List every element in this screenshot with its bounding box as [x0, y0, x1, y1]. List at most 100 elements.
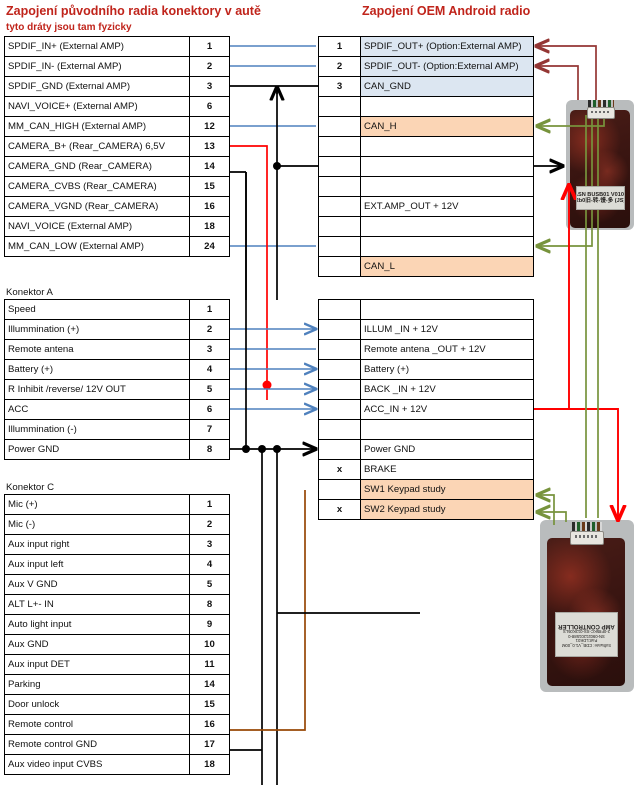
- pin-function-label: [360, 136, 534, 157]
- pin-number: 5: [189, 574, 230, 595]
- pin-number: [318, 96, 361, 117]
- oem-android-radio-table-bottom: ILLUM _IN + 12V Remote antena _OUT + 12V B…: [318, 299, 534, 520]
- pin-number: 2: [189, 514, 230, 535]
- pin-number: [318, 479, 361, 500]
- table-row: SW1 Keypad study: [318, 479, 534, 500]
- table-row: [318, 136, 534, 157]
- pin-number: x: [318, 499, 361, 520]
- pin-number: 1: [189, 299, 230, 320]
- pin-function-label: CAN_GND: [360, 76, 534, 97]
- table-row: Mic (+) 1: [4, 494, 230, 515]
- table-row: NAVI_VOICE+ (External AMP) 6: [4, 96, 230, 117]
- pin-function-label: MM_CAN_LOW (External AMP): [4, 236, 190, 257]
- table-row: MM_CAN_LOW (External AMP) 24: [4, 236, 230, 257]
- pin-number: 12: [189, 116, 230, 137]
- table-row: Illummination (-) 7: [4, 419, 230, 440]
- pin-function-label: CAMERA_CVBS (Rear_CAMERA): [4, 176, 190, 197]
- amp-controller-bottom-photo: Software: CDB_V1.0_00M Part:LDK01 SN-090…: [540, 520, 634, 692]
- device-label-line: 2-0F85KC-SS-012K05LS: [562, 629, 611, 635]
- table-row: CAMERA_CVBS (Rear_CAMERA) 15: [4, 176, 230, 197]
- pin-number: 13: [189, 136, 230, 157]
- konektor-c-group-label: Konektor C: [6, 482, 54, 493]
- pin-function-label: Power GND: [4, 439, 190, 460]
- pin-function-label: Aux GND: [4, 634, 190, 655]
- device-label-line: AMP CONTROLLER: [558, 622, 615, 629]
- pin-number: 6: [189, 399, 230, 420]
- pin-number: 15: [189, 176, 230, 197]
- pin-number: 11: [189, 654, 230, 675]
- pin-function-label: ALT L+- IN: [4, 594, 190, 615]
- table-row: [318, 419, 534, 440]
- pin-number: 3: [189, 534, 230, 555]
- pin-function-label: Power GND: [360, 439, 534, 460]
- pin-function-label: Aux input DET: [4, 654, 190, 675]
- right-diagram-title: Zapojení OEM Android radio: [362, 4, 531, 18]
- pin-number: 17: [189, 734, 230, 755]
- table-row: [318, 216, 534, 237]
- pin-function-label: Mic (+): [4, 494, 190, 515]
- pin-number: 8: [189, 439, 230, 460]
- pin-function-label: NAVI_VOICE (External AMP): [4, 216, 190, 237]
- table-row: Aux GND 10: [4, 634, 230, 655]
- table-row: 1 SPDIF_OUT+ (Option:External AMP): [318, 36, 534, 57]
- table-row: Battery (+): [318, 359, 534, 380]
- pin-number: 5: [189, 379, 230, 400]
- table-row: Door unlock 15: [4, 694, 230, 715]
- pin-number: [318, 116, 361, 137]
- table-row: [318, 299, 534, 320]
- pin-function-label: [360, 299, 534, 320]
- table-row: SPDIF_IN- (External AMP) 2: [4, 56, 230, 77]
- pin-number: [318, 136, 361, 157]
- table-row: x SW2 Keypad study: [318, 499, 534, 520]
- pin-function-label: SPDIF_IN+ (External AMP): [4, 36, 190, 57]
- table-row: Remote antena _OUT + 12V: [318, 339, 534, 360]
- table-row: 3 CAN_GND: [318, 76, 534, 97]
- pin-function-label: CAMERA_B+ (Rear_CAMERA) 6,5V: [4, 136, 190, 157]
- pin-number: 4: [189, 554, 230, 575]
- table-row: ACC_IN + 12V: [318, 399, 534, 420]
- pin-function-label: Remote antena _OUT + 12V: [360, 339, 534, 360]
- pin-function-label: Auto light input: [4, 614, 190, 635]
- pin-function-label: [360, 236, 534, 257]
- pin-function-label: CAN_H: [360, 116, 534, 137]
- pin-function-label: Battery (+): [360, 359, 534, 380]
- pin-function-label: [360, 419, 534, 440]
- pin-number: 3: [189, 339, 230, 360]
- table-row: Speed 1: [4, 299, 230, 320]
- pin-number: 24: [189, 236, 230, 257]
- table-row: Auto light input 9: [4, 614, 230, 635]
- pin-number: 3: [189, 76, 230, 97]
- pin-function-label: ACC: [4, 399, 190, 420]
- pin-function-label: SPDIF_OUT- (Option:External AMP): [360, 56, 534, 77]
- pin-function-label: ILLUM _IN + 12V: [360, 319, 534, 340]
- pin-function-label: Aux video input CVBS: [4, 754, 190, 775]
- table-row: Aux input DET 11: [4, 654, 230, 675]
- oem-android-radio-table-top: 1 SPDIF_OUT+ (Option:External AMP) 2 SPDIF_…: [318, 36, 534, 277]
- pin-function-label: [360, 216, 534, 237]
- pin-function-label: [360, 96, 534, 117]
- table-row: CAN_H: [318, 116, 534, 137]
- table-row: SPDIF_GND (External AMP) 3: [4, 76, 230, 97]
- table-row: EXT.AMP_OUT + 12V: [318, 196, 534, 217]
- left-diagram-subtitle: tyto dráty jsou tam fyzicky: [6, 22, 132, 33]
- pin-number: [318, 359, 361, 380]
- pin-number: 1: [318, 36, 361, 57]
- pin-number: 9: [189, 614, 230, 635]
- pin-function-label: Speed: [4, 299, 190, 320]
- pin-function-label: Aux input left: [4, 554, 190, 575]
- table-row: Parking 14: [4, 674, 230, 695]
- table-row: Remote antena 3: [4, 339, 230, 360]
- table-row: CAMERA_VGND (Rear_CAMERA) 16: [4, 196, 230, 217]
- table-row: R Inhibit /reverse/ 12V OUT 5: [4, 379, 230, 400]
- table-row: Aux input left 4: [4, 554, 230, 575]
- pin-number: [318, 379, 361, 400]
- table-row: Aux video input CVBS 18: [4, 754, 230, 775]
- pin-function-label: SPDIF_IN- (External AMP): [4, 56, 190, 77]
- konektor-c-table: Mic (+) 1 Mic (-) 2 Aux input right 3 Aux inpu…: [4, 494, 230, 775]
- pin-function-label: Remote control: [4, 714, 190, 735]
- pin-function-label: MM_CAN_HIGH (External AMP): [4, 116, 190, 137]
- device-label-line: 2b0旧-转-馒-多 (JS): [576, 198, 625, 204]
- amp-controller-bottom-label: Software: CDB_V1.0_00M Part:LDK01 SN-090…: [555, 612, 618, 657]
- pin-function-label: CAMERA_VGND (Rear_CAMERA): [4, 196, 190, 217]
- table-row: 2 SPDIF_OUT- (Option:External AMP): [318, 56, 534, 77]
